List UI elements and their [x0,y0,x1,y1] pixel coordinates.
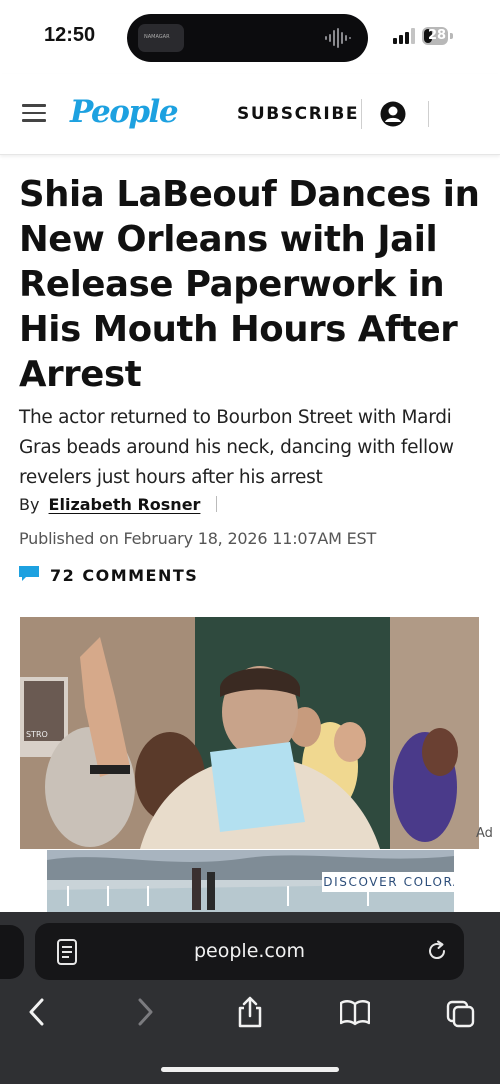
browser-toolbar: people.com [0,912,500,1084]
tabs-icon[interactable] [446,996,476,1028]
island-app-thumbnail: NAMAGAR [138,24,184,52]
comment-bubble-icon [19,566,39,581]
hamburger-menu-icon[interactable] [22,104,46,122]
published-date: Published on February 18, 2026 11:07AM E… [19,529,377,548]
article-dek: The actor returned to Bourbon Street wit… [19,407,454,488]
byline-prefix: By [19,495,40,514]
previous-tab-peek[interactable] [0,925,24,979]
account-icon[interactable] [380,101,406,127]
status-time: 12:50 [44,24,96,46]
comments-count: 72 COMMENTS [50,566,199,585]
ad-label: Ad [476,826,493,841]
reload-icon[interactable] [426,940,448,962]
header-divider [361,99,362,129]
share-icon[interactable] [235,996,265,1028]
photo-scene: STRO [20,617,479,849]
article-photo[interactable]: STRO [20,617,479,849]
dynamic-island[interactable]: NAMAGAR [127,14,368,62]
ad-cta-button[interactable]: DISCOVER COLORADO [322,872,454,892]
header-divider [428,101,429,127]
status-bar: 12:50 NAMAGAR 28 [0,0,500,74]
photo-sign-text: STRO [26,730,48,739]
site-header: People SUBSCRIBE [0,74,500,155]
address-bar[interactable]: people.com [35,923,464,980]
island-app-label: NAMAGAR [144,34,170,40]
battery-level: 28 [428,28,447,43]
ad-banner[interactable]: DISCOVER COLORADO [47,850,454,912]
url-text: people.com [193,940,306,962]
author-link[interactable]: Elizabeth Rosner [49,495,201,514]
byline: By Elizabeth Rosner [19,495,217,514]
battery-icon: 28 [422,27,454,45]
sound-wave-icon [325,28,351,48]
byline-divider [215,496,217,512]
people-logo[interactable]: People [70,94,179,130]
home-indicator[interactable] [161,1067,339,1072]
forward-icon[interactable] [130,996,160,1028]
article-headline: Shia LaBeouf Dances in New Orleans with … [19,174,480,395]
bookmarks-icon[interactable] [340,996,370,1028]
subscribe-link[interactable]: SUBSCRIBE [237,104,359,124]
signal-icon [393,28,415,44]
back-icon[interactable] [22,996,52,1028]
